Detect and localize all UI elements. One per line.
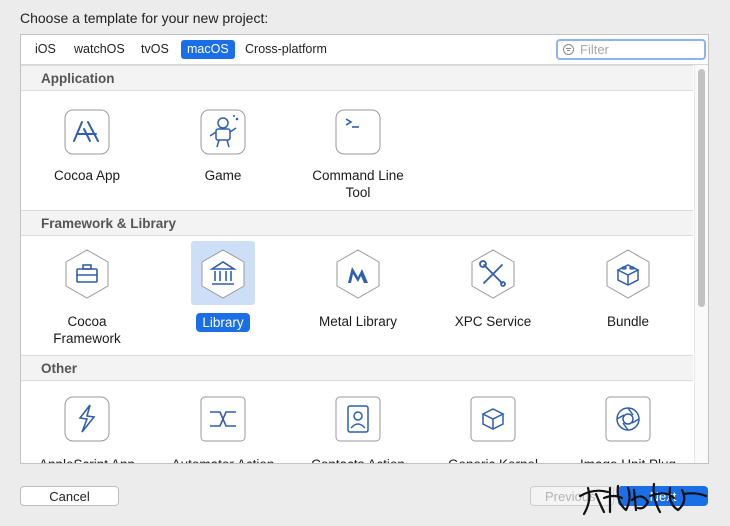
filter-icon [563, 44, 574, 55]
kernel-brick-icon [470, 396, 516, 442]
tab-macos[interactable]: macOS [181, 40, 235, 59]
toolbox-icon [65, 249, 109, 299]
handwritten-signature [578, 482, 708, 516]
template-label: AppleScript App [32, 456, 142, 463]
terminal-icon [335, 109, 381, 155]
platform-tabbar: iOS watchOS tvOS macOS Cross-platform Fi… [21, 35, 708, 65]
template-label: Cocoa Framework [53, 314, 121, 346]
tab-ios[interactable]: iOS [29, 40, 62, 59]
template-label: Game [204, 168, 242, 183]
section-header-framework-library: Framework & Library [21, 210, 693, 236]
scrollbar-thumb[interactable] [698, 69, 705, 307]
filter-input[interactable]: Filter [556, 39, 706, 60]
tab-watchos[interactable]: watchOS [68, 40, 131, 59]
template-panel: iOS watchOS tvOS macOS Cross-platform Fi… [20, 34, 709, 464]
aperture-icon [605, 396, 651, 442]
filter-placeholder: Filter [580, 42, 609, 57]
cancel-button[interactable]: Cancel [20, 486, 119, 506]
metal-icon [336, 249, 380, 299]
tools-icon [471, 249, 515, 299]
game-robot-icon [200, 109, 246, 155]
dialog-heading: Choose a template for your new project: [20, 10, 269, 26]
template-label: Image Unit Plug [573, 456, 683, 463]
lego-brick-icon [606, 249, 650, 299]
contacts-icon [335, 396, 381, 442]
tab-cross-platform[interactable]: Cross-platform [239, 40, 333, 59]
section-header-other: Other [21, 355, 693, 381]
tab-tvos[interactable]: tvOS [135, 40, 175, 59]
applescript-icon [64, 396, 110, 442]
selected-label: Library [196, 313, 250, 332]
automator-icon [200, 396, 246, 442]
template-label: Bundle [606, 314, 650, 329]
template-label: Cocoa App [53, 168, 121, 183]
template-label: Command Line Tool [312, 168, 404, 200]
template-label-selected: Library [168, 313, 278, 332]
library-building-icon [201, 249, 245, 299]
template-label: XPC Service [454, 314, 532, 329]
template-label: Automator Action [168, 456, 278, 463]
app-store-icon [64, 109, 110, 155]
template-label: Generic Kernel [438, 456, 548, 463]
template-label: Metal Library [318, 314, 398, 329]
template-label: Contacts Action [303, 456, 413, 463]
section-header-application: Application [21, 65, 693, 91]
